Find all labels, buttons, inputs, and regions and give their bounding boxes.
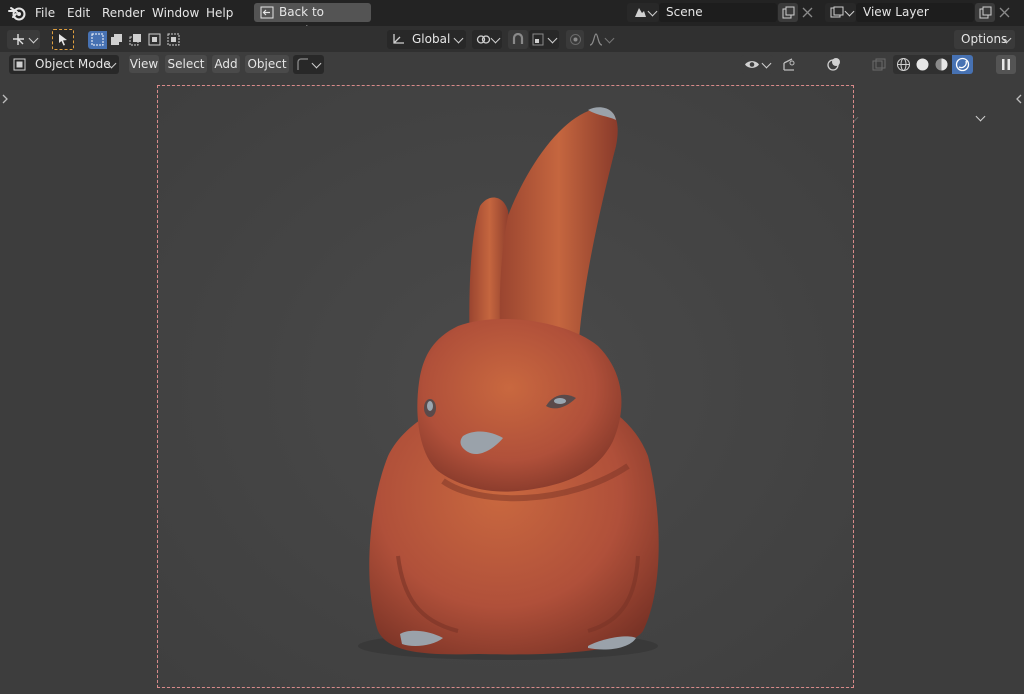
select-box-icon [91,33,104,46]
back-arrow-icon [260,6,274,19]
overlay-toggle[interactable] [824,55,844,74]
rabbit-sculpture-render [158,86,853,687]
rendered-shading-button[interactable] [952,55,973,74]
back-to-previous-button[interactable]: Back to Previous [254,3,371,38]
scene-copy-button[interactable] [778,3,798,22]
shading-dropdown-arrow[interactable] [975,111,986,122]
object-mode-dropdown[interactable]: Object Mode [9,55,119,74]
transform-tool-dropdown[interactable] [7,30,40,49]
wireframe-icon[interactable] [896,57,911,72]
copy-icon [782,6,795,19]
snap-target-dropdown[interactable] [529,30,559,49]
pause-icon [1002,59,1010,70]
menu-select[interactable]: Select [165,55,207,73]
tool-header: Global Options [0,26,1024,52]
close-icon[interactable] [999,7,1010,18]
options-dropdown[interactable]: Options [954,30,1015,49]
snap-increment-icon [532,33,544,46]
proportional-falloff-dropdown[interactable] [586,30,616,49]
affect-only-icon [297,58,308,70]
rendered-icon [955,57,970,72]
top-bar: File Edit Render Window Help Back to Pre… [0,0,1024,38]
select-box-new-button[interactable] [88,31,107,49]
select-extend-icon [111,34,122,45]
menu-help[interactable]: Help [206,5,233,21]
transform-affect-dropdown[interactable] [293,55,324,74]
scene-icon [635,8,646,17]
xray-icon [872,58,886,71]
material-icon[interactable] [934,57,949,72]
transform-orientation-dropdown[interactable]: Global [387,30,466,49]
copy-icon [979,6,992,19]
select-subtract-icon [129,34,141,46]
pivot-icon [476,35,491,44]
object-mode-label: Object Mode [35,57,111,71]
toolbar-expand-arrow-icon[interactable] [1,94,9,104]
viewport-header: Object Mode View Select Add Object [0,52,1024,123]
transform-orientation-label: Global [412,32,451,46]
view-layer-icon [830,6,844,18]
select-intersect-icon [167,33,180,46]
proportional-editing-toggle[interactable] [566,30,584,49]
pivot-point-dropdown[interactable] [472,30,502,49]
snap-icon [512,33,524,44]
pause-render-button[interactable] [996,55,1016,74]
overlay-icon [827,58,840,71]
menu-file[interactable]: File [35,5,55,21]
cursor-icon [59,34,67,46]
view-layer-name-field[interactable]: View Layer [856,3,974,22]
orientation-icon [393,34,404,44]
close-icon[interactable] [802,7,813,18]
view-layer-copy-button[interactable] [975,3,995,22]
menu-window[interactable]: Window [152,5,199,21]
select-tool-button[interactable] [52,29,74,50]
sidebar-expand-arrow-icon[interactable] [1015,94,1023,104]
menu-render[interactable]: Render [102,5,145,21]
menu-edit[interactable]: Edit [67,5,90,21]
view-layer-browse-dropdown[interactable] [825,3,856,22]
solid-icon[interactable] [915,57,930,72]
visibility-dropdown[interactable] [741,55,773,74]
falloff-curve-icon [589,33,603,46]
menu-add[interactable]: Add [212,55,240,73]
proportional-icon [570,34,581,45]
object-mode-icon [13,58,26,71]
gizmo-icon [783,58,795,71]
select-invert-icon [148,33,161,46]
shading-mode-group [893,55,973,74]
transform-icon [13,34,24,45]
scene-name-field[interactable]: Scene [659,3,777,22]
options-label: Options [961,32,1008,46]
select-intersect-button[interactable] [164,31,183,49]
menu-view[interactable]: View [129,55,159,73]
blender-logo-icon[interactable] [8,4,26,22]
select-invert-button[interactable] [145,31,164,49]
gizmo-toggle[interactable] [779,55,799,74]
select-extend-button[interactable] [107,31,126,49]
snap-toggle[interactable] [508,30,528,49]
scene-browse-dropdown[interactable] [627,3,659,22]
visibility-icon [745,61,759,68]
select-mode-group [88,31,184,49]
xray-toggle[interactable] [869,55,889,74]
camera-frame [157,85,854,688]
select-subtract-button[interactable] [126,31,145,49]
menu-object[interactable]: Object [245,55,289,73]
